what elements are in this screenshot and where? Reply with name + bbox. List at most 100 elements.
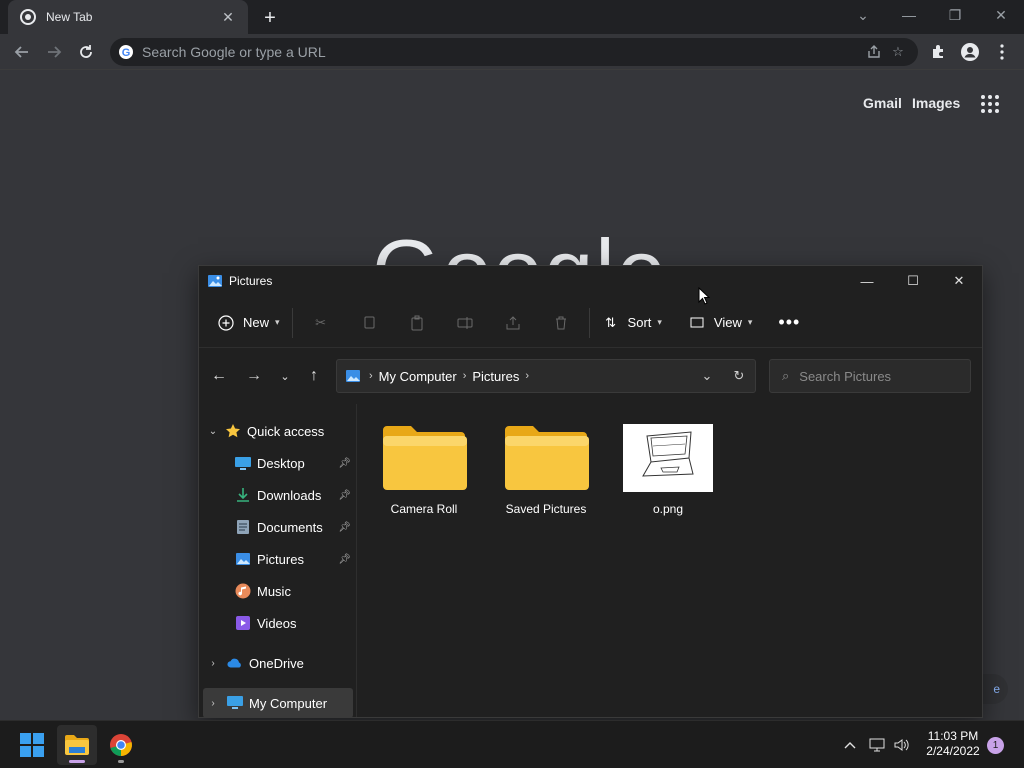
- forward-icon[interactable]: →: [240, 360, 268, 392]
- mouse-cursor-icon: [698, 287, 710, 305]
- tab-search-icon[interactable]: ⌄: [840, 0, 886, 30]
- images-link[interactable]: Images: [912, 95, 960, 111]
- explorer-title-bar[interactable]: Pictures — ☐ ✕: [199, 266, 982, 296]
- sidebar-item-my-computer[interactable]: › My Computer: [203, 688, 353, 717]
- sidebar-item-quick-access[interactable]: ⌄ Quick access: [199, 416, 355, 446]
- sidebar-item-label: My Computer: [249, 695, 328, 711]
- chevron-down-icon: ▾: [657, 317, 662, 327]
- close-window-icon[interactable]: ✕: [978, 0, 1024, 30]
- rename-icon[interactable]: [441, 307, 489, 339]
- network-icon[interactable]: [864, 738, 890, 752]
- system-tray: [840, 721, 912, 768]
- recent-locations-icon[interactable]: ⌄: [271, 360, 299, 392]
- downloads-icon: [235, 487, 251, 503]
- gmail-link[interactable]: Gmail: [863, 95, 902, 111]
- copy-icon[interactable]: [345, 307, 393, 339]
- cut-icon[interactable]: ✂: [297, 307, 345, 339]
- back-icon[interactable]: ←: [205, 360, 233, 392]
- breadcrumb-pictures[interactable]: Pictures: [472, 369, 519, 384]
- chevron-down-icon: ▾: [275, 317, 280, 327]
- clock-time: 11:03 PM: [927, 729, 979, 743]
- sidebar-item-label: Quick access: [247, 423, 325, 439]
- reload-icon[interactable]: [74, 40, 98, 64]
- sidebar-item-downloads[interactable]: Downloads 📌︎: [199, 480, 355, 510]
- command-bar: New ▾ ✂ ⇅ Sort ▾ View ▾ •••: [199, 298, 982, 348]
- sidebar-item-documents[interactable]: Documents 📌︎: [199, 512, 355, 542]
- restore-icon[interactable]: ❐: [932, 0, 978, 30]
- image-thumbnail: [623, 422, 713, 494]
- search-input[interactable]: ⌕ Search Pictures: [769, 359, 971, 393]
- profile-icon[interactable]: [958, 40, 982, 64]
- window-title: Pictures: [229, 274, 273, 288]
- sidebar-item-onedrive[interactable]: › OneDrive: [199, 648, 355, 678]
- sidebar-item-pictures[interactable]: Pictures 📌︎: [199, 544, 355, 574]
- sidebar-item-desktop[interactable]: Desktop 📌︎: [199, 448, 355, 478]
- expand-chevron-icon[interactable]: ›: [207, 658, 219, 669]
- taskbar-file-explorer[interactable]: [57, 725, 97, 765]
- divider: [588, 307, 590, 338]
- chrome-tab-strip: New Tab ✕ + ⌄ — ❐ ✕: [0, 0, 1024, 34]
- sidebar-item-label: OneDrive: [249, 655, 304, 671]
- close-icon[interactable]: ✕: [936, 266, 982, 296]
- volume-icon[interactable]: [890, 738, 912, 752]
- address-bar[interactable]: › My Computer › Pictures › ⌄ ↻: [336, 359, 756, 393]
- google-g-icon: G: [119, 45, 133, 59]
- delete-icon[interactable]: [537, 307, 585, 339]
- paste-icon[interactable]: [393, 307, 441, 339]
- pictures-icon: [346, 370, 360, 382]
- image-file-item[interactable]: o.png: [613, 422, 723, 532]
- file-name: Camera Roll: [390, 502, 458, 516]
- breadcrumb-separator-icon: ›: [462, 370, 467, 382]
- running-indicator: [118, 760, 124, 763]
- forward-icon[interactable]: [42, 40, 66, 64]
- file-list: Camera Roll Saved Pictures o.png: [359, 404, 982, 717]
- pin-icon[interactable]: 📌︎: [338, 522, 351, 533]
- share-icon[interactable]: [862, 40, 886, 64]
- folder-item[interactable]: Saved Pictures: [491, 422, 601, 532]
- up-icon[interactable]: ↑: [300, 360, 328, 392]
- share-icon[interactable]: [489, 307, 537, 339]
- pictures-icon: [235, 551, 251, 567]
- notification-badge[interactable]: 1: [987, 737, 1004, 754]
- file-explorer-window: Pictures — ☐ ✕ New ▾ ✂ ⇅ Sort ▾ View ▾ •…: [198, 265, 983, 718]
- new-button[interactable]: New ▾: [209, 307, 288, 339]
- refresh-icon[interactable]: ↻: [723, 360, 755, 392]
- pin-icon[interactable]: 📌︎: [338, 458, 351, 469]
- chrome-menu-icon[interactable]: [990, 40, 1014, 64]
- sidebar-item-videos[interactable]: Videos: [199, 608, 355, 638]
- taskbar-chrome[interactable]: [101, 725, 141, 765]
- videos-icon: [235, 615, 251, 631]
- file-name: o.png: [652, 502, 684, 516]
- minimize-icon[interactable]: —: [844, 266, 890, 296]
- pin-icon[interactable]: 📌︎: [338, 490, 351, 501]
- tab-new-tab[interactable]: New Tab ✕: [8, 0, 248, 34]
- more-options-icon[interactable]: •••: [770, 307, 808, 339]
- star-icon: [225, 423, 241, 439]
- expand-chevron-icon[interactable]: ⌄: [207, 426, 219, 437]
- file-name: Saved Pictures: [505, 502, 587, 516]
- back-icon[interactable]: [10, 40, 34, 64]
- extensions-icon[interactable]: [926, 40, 950, 64]
- omnibox[interactable]: G Search Google or type a URL ☆: [110, 38, 918, 66]
- chevron-down-icon: ▾: [747, 317, 753, 327]
- clock[interactable]: 11:03 PM 2/24/2022: [918, 729, 988, 759]
- folder-item[interactable]: Camera Roll: [369, 422, 479, 532]
- google-apps-icon[interactable]: [980, 94, 1000, 114]
- bookmark-star-icon[interactable]: ☆: [886, 40, 910, 64]
- view-button[interactable]: View ▾: [680, 307, 760, 339]
- address-dropdown-icon[interactable]: ⌄: [691, 360, 723, 392]
- windows-taskbar: 11:03 PM 2/24/2022 1: [0, 720, 1024, 768]
- tab-close-icon[interactable]: ✕: [220, 9, 236, 25]
- sidebar-item-music[interactable]: Music: [199, 576, 355, 606]
- maximize-icon[interactable]: ☐: [890, 266, 936, 296]
- pin-icon[interactable]: 📌︎: [338, 554, 351, 565]
- show-hidden-icons-chevron-icon[interactable]: [840, 741, 860, 749]
- start-button[interactable]: [12, 725, 52, 765]
- sort-button[interactable]: ⇅ Sort ▾: [594, 307, 670, 339]
- expand-chevron-icon[interactable]: ›: [207, 698, 219, 709]
- folder-icon: [501, 422, 591, 494]
- sidebar-item-label: Downloads: [257, 487, 322, 503]
- new-tab-button[interactable]: +: [258, 6, 282, 30]
- breadcrumb-my-computer[interactable]: My Computer: [379, 369, 457, 384]
- minimize-icon[interactable]: —: [886, 0, 932, 30]
